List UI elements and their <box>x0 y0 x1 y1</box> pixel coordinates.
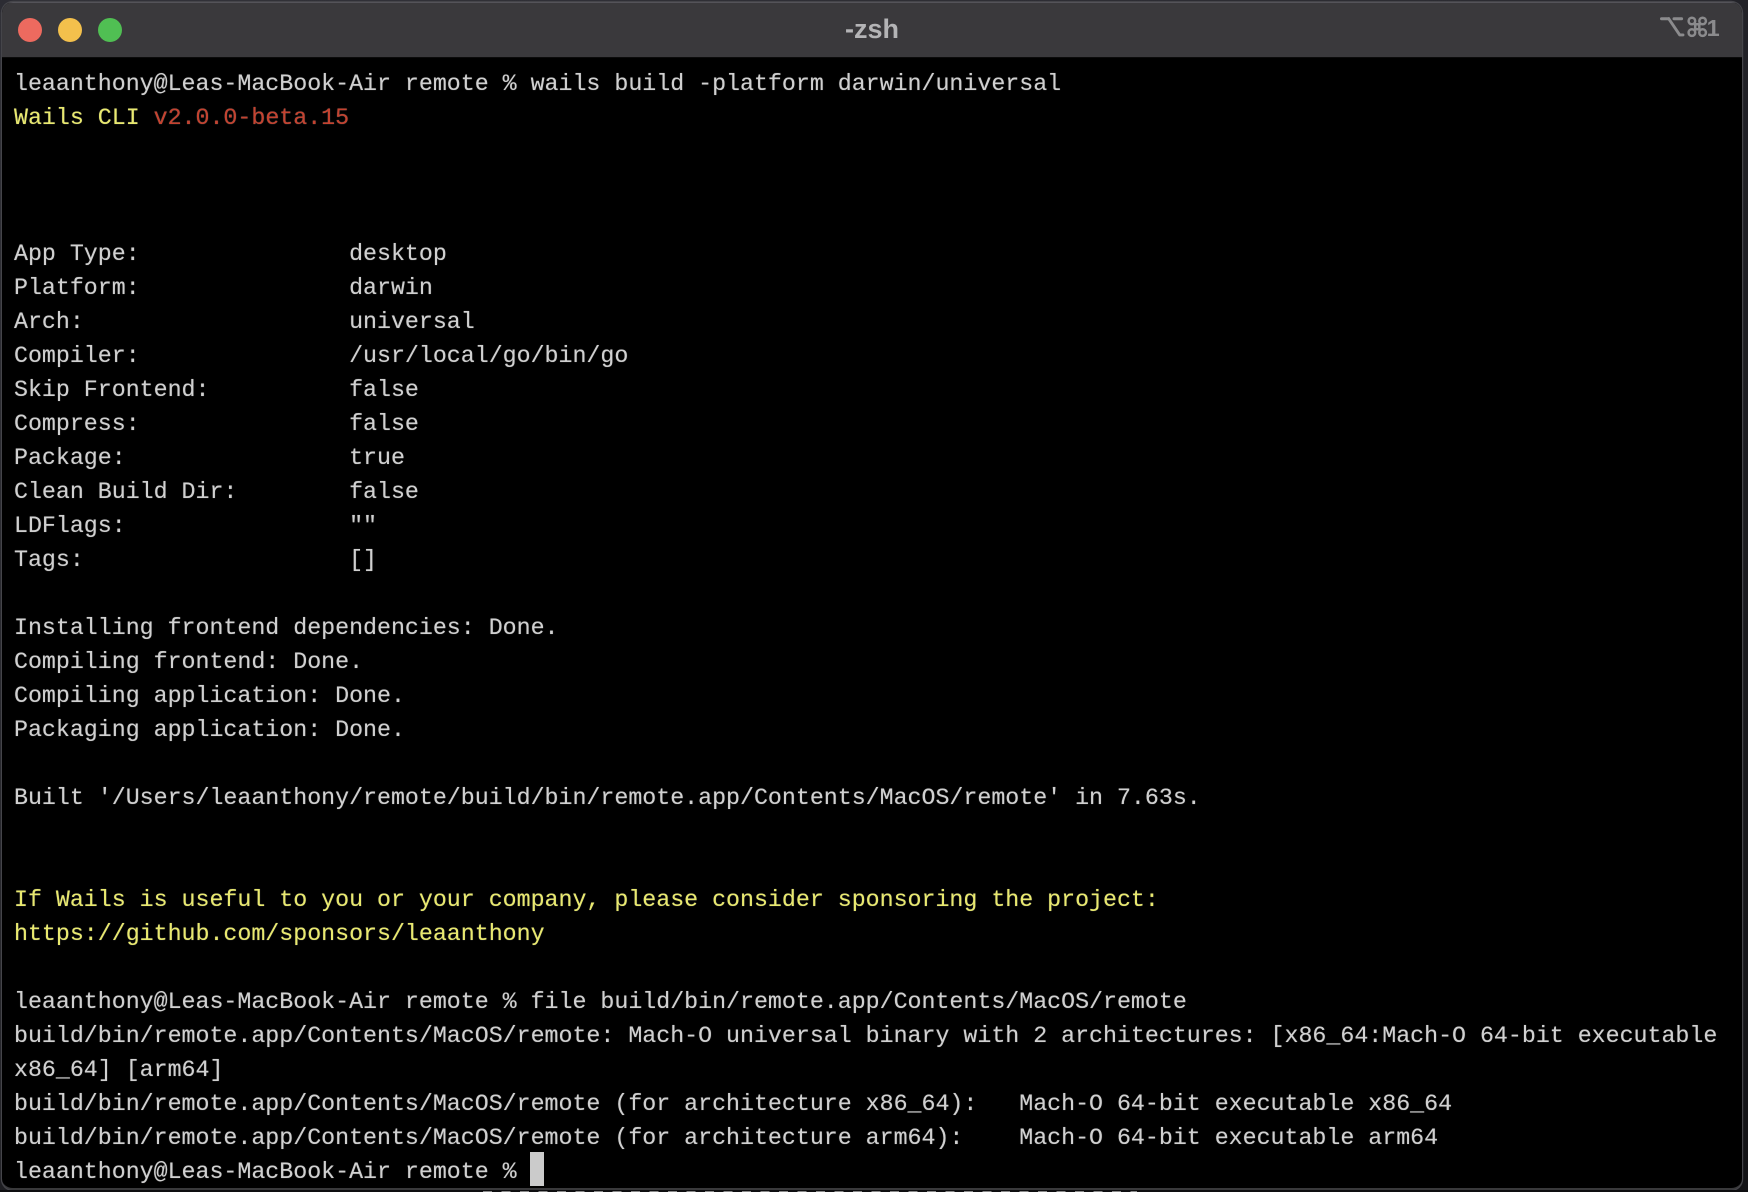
svg-text:1: 1 <box>1707 15 1720 40</box>
